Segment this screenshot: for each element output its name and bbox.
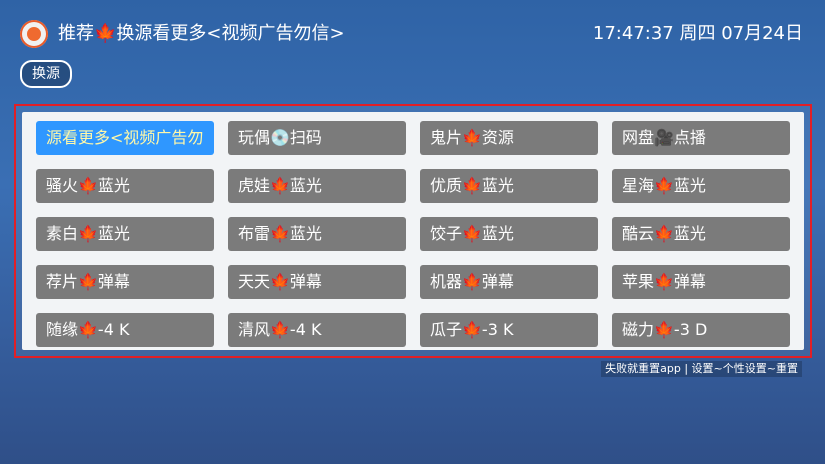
source-item-1[interactable]: 玩偶💿扫码 (228, 121, 406, 155)
switch-source-button[interactable]: 换源 (20, 60, 72, 88)
source-item-8[interactable]: 素白🍁蓝光 (36, 217, 214, 251)
source-item-16[interactable]: 随缘🍁-4 K (36, 313, 214, 347)
source-grid: 源看更多<视频广告勿 玩偶💿扫码 鬼片🍁资源 网盘🎥点播 骚火🍁蓝光 虎娃🍁蓝光… (36, 121, 790, 347)
source-selection-panel: 源看更多<视频广告勿 玩偶💿扫码 鬼片🍁资源 网盘🎥点播 骚火🍁蓝光 虎娃🍁蓝光… (14, 104, 812, 358)
source-item-7[interactable]: 星海🍁蓝光 (612, 169, 790, 203)
source-item-18[interactable]: 瓜子🍁-3 K (420, 313, 598, 347)
top-bar: 推荐🍁换源看更多<视频广告勿信> 17:47:37 周四 07月24日 (0, 0, 825, 60)
source-item-11[interactable]: 酷云🍁蓝光 (612, 217, 790, 251)
source-item-12[interactable]: 荐片🍁弹幕 (36, 265, 214, 299)
source-item-2[interactable]: 鬼片🍁资源 (420, 121, 598, 155)
reset-hint: 失败就重置app | 设置~个性设置~重置 (601, 361, 802, 377)
source-grid-container: 源看更多<视频广告勿 玩偶💿扫码 鬼片🍁资源 网盘🎥点播 骚火🍁蓝光 虎娃🍁蓝光… (22, 112, 804, 350)
source-item-19[interactable]: 磁力🍁-3 D (612, 313, 790, 347)
page-title: 推荐🍁换源看更多<视频广告勿信> (58, 23, 345, 44)
source-item-17[interactable]: 清风🍁-4 K (228, 313, 406, 347)
source-item-3[interactable]: 网盘🎥点播 (612, 121, 790, 155)
source-item-14[interactable]: 机器🍁弹幕 (420, 265, 598, 299)
clock: 17:47:37 周四 07月24日 (592, 23, 803, 44)
source-item-6[interactable]: 优质🍁蓝光 (420, 169, 598, 203)
source-item-15[interactable]: 苹果🍁弹幕 (612, 265, 790, 299)
source-item-5[interactable]: 虎娃🍁蓝光 (228, 169, 406, 203)
source-item-4[interactable]: 骚火🍁蓝光 (36, 169, 214, 203)
app-logo-icon (20, 20, 48, 48)
source-item-10[interactable]: 饺子🍁蓝光 (420, 217, 598, 251)
source-item-0[interactable]: 源看更多<视频广告勿 (36, 121, 214, 155)
source-item-13[interactable]: 天天🍁弹幕 (228, 265, 406, 299)
source-item-9[interactable]: 布雷🍁蓝光 (228, 217, 406, 251)
